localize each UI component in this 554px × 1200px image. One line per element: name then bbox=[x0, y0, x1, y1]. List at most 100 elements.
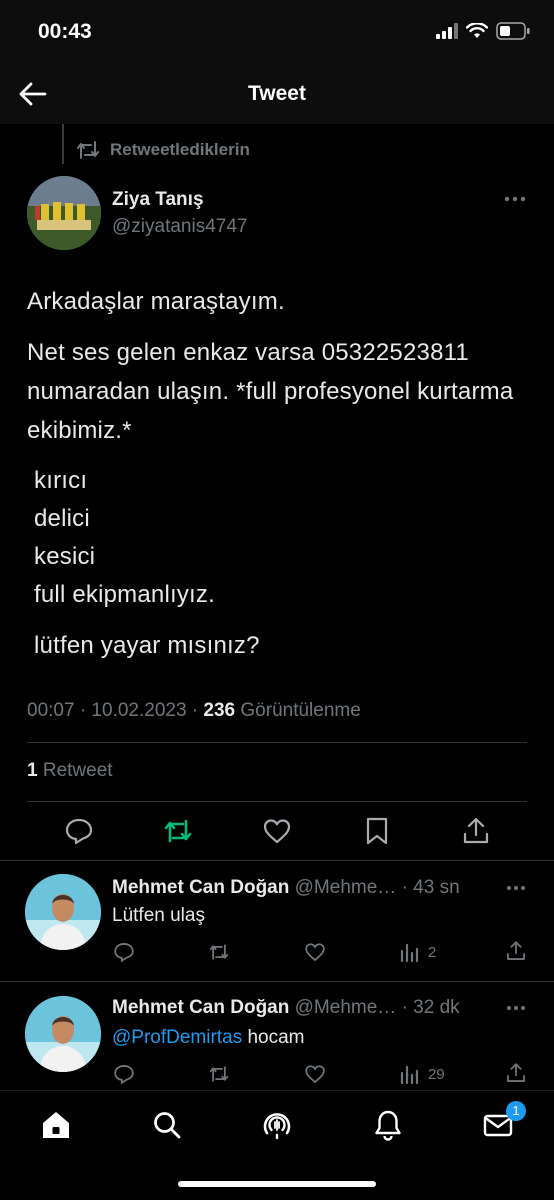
reply-icon bbox=[114, 943, 134, 963]
retweet-stats-label: Retweet bbox=[42, 760, 113, 781]
reply-retweet-button[interactable] bbox=[207, 941, 231, 963]
retweet-icon bbox=[77, 141, 99, 159]
wifi-icon bbox=[466, 23, 488, 38]
nav-notifications[interactable] bbox=[372, 1109, 404, 1141]
status-icons bbox=[436, 22, 530, 40]
reply-author-name[interactable]: Mehmet Can Doğan bbox=[112, 997, 289, 1018]
share-icon bbox=[463, 817, 489, 844]
reply-avatar[interactable] bbox=[25, 874, 101, 950]
tweet-list-item: delici bbox=[34, 505, 90, 532]
home-indicator bbox=[178, 1181, 376, 1187]
nav-search[interactable] bbox=[151, 1109, 183, 1141]
tweet-timestamp: 00:07 · 10.02.2023 · bbox=[27, 700, 199, 721]
more-dots-icon bbox=[504, 196, 526, 202]
more-dots-icon bbox=[507, 886, 525, 890]
tweet-action-bar bbox=[0, 816, 554, 846]
home-icon bbox=[43, 1112, 69, 1138]
spaces-icon bbox=[263, 1113, 291, 1140]
retweet-stats[interactable]: 1 Retweet bbox=[27, 760, 113, 782]
share-icon bbox=[507, 1063, 525, 1082]
reply-author-handle[interactable]: @Mehme… bbox=[295, 997, 397, 1018]
tweet-paragraph: Arkadaşlar maraştayım. bbox=[27, 288, 285, 315]
tweet-paragraph: Net ses gelen enkaz varsa 05322523811 nu… bbox=[27, 339, 514, 444]
reply-more-button[interactable] bbox=[506, 1005, 526, 1011]
avatar-photo bbox=[25, 874, 101, 950]
retweet-active-icon bbox=[164, 819, 192, 843]
share-button[interactable] bbox=[461, 816, 491, 846]
more-options-button[interactable] bbox=[504, 196, 526, 202]
thread-line bbox=[62, 124, 64, 164]
more-dots-icon bbox=[507, 1006, 525, 1010]
reply-like-button[interactable] bbox=[304, 941, 326, 963]
reply-views-count: 29 bbox=[428, 1065, 445, 1083]
tweet-list-item: full ekipmanlıyız. bbox=[34, 581, 215, 608]
views-count: 236 bbox=[203, 700, 236, 721]
reply-button[interactable] bbox=[64, 816, 94, 846]
divider bbox=[0, 981, 554, 982]
reply-body: Lütfen ulaş bbox=[112, 905, 205, 926]
reply-views-button[interactable]: 29 bbox=[400, 1064, 445, 1084]
reply-header: Mehmet Can Doğan @Mehme… · 43 sn bbox=[112, 877, 460, 899]
reply-reply-button[interactable] bbox=[113, 941, 135, 963]
search-icon bbox=[154, 1112, 181, 1139]
status-bar: 00:43 bbox=[0, 0, 554, 64]
author-name[interactable]: Ziya Tanış bbox=[112, 189, 204, 211]
reply-icon bbox=[114, 1065, 134, 1085]
divider bbox=[27, 742, 527, 743]
retweet-count: 1 bbox=[27, 760, 38, 781]
status-time: 00:43 bbox=[38, 20, 92, 43]
tweet-list-item: kırıcı bbox=[34, 467, 88, 494]
tweet-paragraph: lütfen yayar mısınız? bbox=[34, 632, 260, 659]
avatar-photo bbox=[27, 176, 101, 250]
reply-text: @ProfDemirtas hocam bbox=[112, 1027, 304, 1049]
page-title: Tweet bbox=[248, 82, 306, 105]
reply-retweet-button[interactable] bbox=[207, 1063, 231, 1085]
signal-icon bbox=[436, 23, 458, 39]
reply-header: Mehmet Can Doğan @Mehme… · 32 dk bbox=[112, 997, 460, 1019]
retweet-icon bbox=[209, 1066, 229, 1082]
reply-views-count: 2 bbox=[428, 943, 437, 961]
like-button[interactable] bbox=[262, 816, 292, 846]
author-handle[interactable]: @ziyatanis4747 bbox=[112, 216, 247, 238]
tweet-meta: 00:07 · 10.02.2023 · 236 Görüntülenme bbox=[27, 700, 361, 722]
bookmark-icon bbox=[366, 817, 388, 845]
retweet-button[interactable] bbox=[163, 816, 193, 846]
retweet-icon bbox=[209, 944, 229, 960]
top-bar: Tweet bbox=[0, 64, 554, 124]
reply-avatar[interactable] bbox=[25, 996, 101, 1072]
reply-author-handle[interactable]: @Mehme… bbox=[295, 877, 397, 898]
analytics-icon bbox=[400, 1065, 419, 1084]
heart-icon bbox=[305, 1065, 325, 1084]
reply-author-name[interactable]: Mehmet Can Doğan bbox=[112, 877, 289, 898]
heart-icon bbox=[305, 943, 325, 962]
reply-text: Lütfen ulaş bbox=[112, 905, 205, 927]
divider bbox=[27, 801, 527, 802]
tweet-list: kırıcı delici kesici full ekipmanlıyız. bbox=[34, 462, 215, 614]
battery-icon bbox=[496, 22, 530, 40]
reply-body: hocam bbox=[247, 1027, 305, 1048]
retweet-context-label: Retweetlediklerin bbox=[110, 140, 250, 159]
tweet-list-item: kesici bbox=[34, 543, 96, 570]
reply-time: · 43 sn bbox=[401, 877, 460, 898]
reply-mention[interactable]: @ProfDemirtas bbox=[112, 1027, 242, 1048]
reply-more-button[interactable] bbox=[506, 885, 526, 891]
reply-reply-button[interactable] bbox=[113, 1063, 135, 1085]
heart-icon bbox=[263, 819, 291, 844]
nav-home[interactable] bbox=[40, 1109, 72, 1141]
retweet-context[interactable]: Retweetlediklerin bbox=[76, 140, 250, 160]
analytics-icon bbox=[400, 943, 419, 962]
nav-spaces[interactable] bbox=[261, 1109, 293, 1141]
bell-icon bbox=[375, 1110, 401, 1141]
reply-views-button[interactable]: 2 bbox=[400, 942, 436, 962]
author-avatar[interactable] bbox=[27, 176, 101, 250]
bookmark-button[interactable] bbox=[362, 816, 392, 846]
reply-time: · 32 dk bbox=[401, 997, 460, 1018]
reply-share-button[interactable] bbox=[505, 940, 527, 962]
reply-like-button[interactable] bbox=[304, 1063, 326, 1085]
messages-badge: 1 bbox=[506, 1101, 526, 1121]
reply-share-button[interactable] bbox=[505, 1062, 527, 1084]
reply-icon bbox=[65, 818, 93, 845]
views-label: Görüntülenme bbox=[240, 700, 361, 721]
divider bbox=[0, 860, 554, 861]
avatar-photo bbox=[25, 996, 101, 1072]
